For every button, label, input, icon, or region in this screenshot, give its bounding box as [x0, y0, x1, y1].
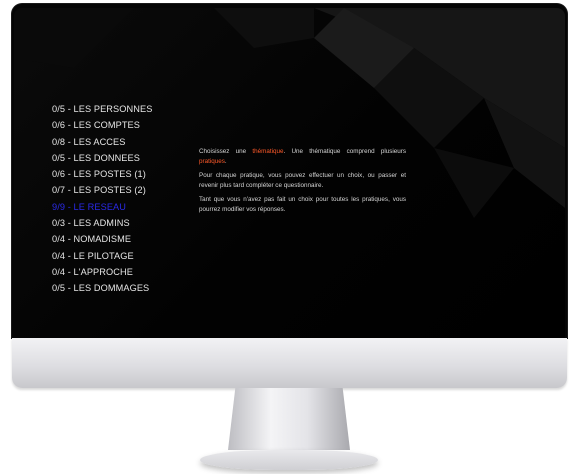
menu-item-les-comptes[interactable]: 0/6 - LES COMPTES: [52, 117, 152, 133]
monitor: 0/5 - LES PERSONNES 0/6 - LES COMPTES 0/…: [0, 0, 575, 474]
intro-paragraph-1: Choisissez une thématique. Une thématiqu…: [199, 147, 406, 166]
menu-item-les-donnees[interactable]: 0/5 - LES DONNEES: [52, 150, 152, 166]
menu-item-les-dommages[interactable]: 0/5 - LES DOMMAGES: [52, 280, 152, 296]
thematique-highlight: thématique: [252, 148, 284, 155]
menu-item-le-pilotage[interactable]: 0/4 - LE PILOTAGE: [52, 248, 152, 264]
menu-item-les-personnes[interactable]: 0/5 - LES PERSONNES: [52, 101, 152, 117]
intro-text-part: . Une thématique comprend plusieurs: [283, 148, 407, 155]
menu-item-les-postes-1[interactable]: 0/6 - LES POSTES (1): [52, 166, 152, 182]
screen: 0/5 - LES PERSONNES 0/6 - LES COMPTES 0/…: [14, 8, 565, 338]
menu-item-les-acces[interactable]: 0/8 - LES ACCES: [52, 134, 152, 150]
intro-text-part: .: [224, 157, 227, 165]
menu-item-les-postes-2[interactable]: 0/7 - LES POSTES (2): [52, 182, 152, 198]
menu-item-l-approche[interactable]: 0/4 - L'APPROCHE: [52, 264, 152, 280]
menu-item-les-admins[interactable]: 0/3 - LES ADMINS: [52, 215, 152, 231]
monitor-stand-base: [200, 450, 378, 470]
menu-item-nomadisme[interactable]: 0/4 - NOMADISME: [52, 231, 152, 247]
intro-text: Choisissez une thématique. Une thématiqu…: [199, 147, 406, 220]
monitor-chin: [12, 338, 567, 388]
menu-item-le-reseau[interactable]: 9/9 - LE RESEAU: [52, 199, 152, 215]
intro-text-part: Choisissez une: [199, 148, 247, 155]
thematic-menu: 0/5 - LES PERSONNES 0/6 - LES COMPTES 0/…: [52, 101, 152, 297]
pratiques-highlight: pratiques: [199, 157, 225, 165]
intro-paragraph-2: Pour chaque pratique, vous pouvez effect…: [199, 172, 406, 189]
intro-paragraph-3: Tant que vous n'avez pas fait un choix p…: [199, 196, 406, 213]
monitor-stand-neck: [228, 388, 350, 450]
